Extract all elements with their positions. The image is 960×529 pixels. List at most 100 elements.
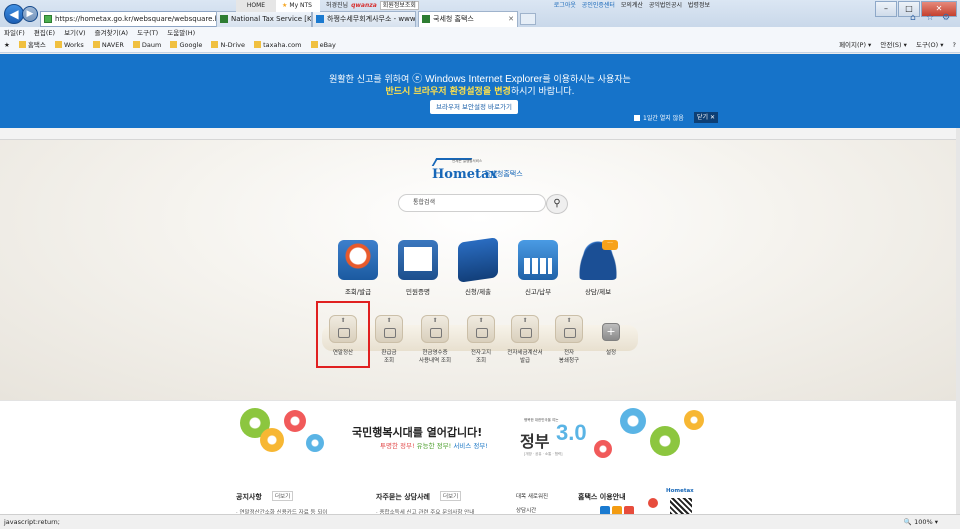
fav-item[interactable]: NAVER: [92, 41, 124, 49]
notice-more-button[interactable]: 더보기: [272, 491, 294, 501]
tab-favicon-icon: [422, 15, 430, 23]
nav-home[interactable]: HOME: [236, 0, 276, 12]
fav-label: Daum: [141, 41, 162, 49]
menu-edit[interactable]: 편집(E): [34, 29, 55, 37]
menu-tools[interactable]: 도구(T): [137, 29, 158, 37]
back-button[interactable]: ◀: [4, 4, 24, 24]
hometax-logo[interactable]: 언제든 실생활서비스 Hometax 국세청홈택스: [431, 158, 528, 187]
fav-item[interactable]: taxaha.com: [254, 41, 302, 49]
checkbox-icon: [634, 115, 640, 121]
nav-right-links: 로그아웃 공인인증센터 모의계산 공익법인공시 법령정보: [550, 0, 710, 12]
invoice-icon: [511, 315, 539, 343]
fav-label: taxaha.com: [263, 41, 302, 49]
zoom-control[interactable]: 🔍 100% ▾: [904, 515, 938, 529]
tab-secure-site[interactable]: National Tax Service [KR]: [216, 11, 312, 27]
site-nav: [0, 128, 960, 140]
member-info-button[interactable]: 회원정보조회: [379, 1, 419, 10]
forward-button[interactable]: ▶: [22, 6, 38, 22]
faq-more-button[interactable]: 더보기: [440, 491, 462, 501]
menu-inquiry-issue[interactable]: 조회/발급: [336, 240, 380, 296]
tab-close-icon[interactable]: ✕: [508, 12, 514, 26]
new-tab-button[interactable]: [520, 13, 536, 25]
tab-hometax[interactable]: 국세청 홈택스 ✕: [418, 11, 518, 27]
fav-icon: [132, 41, 140, 48]
cert-center-link[interactable]: 공인인증센터: [582, 2, 615, 9]
law-info-link[interactable]: 법령정보: [688, 2, 710, 9]
menu-civil-certificate[interactable]: 민원증명: [396, 240, 440, 296]
notice-highlight: 반드시 브라우저 환경설정을 변경: [385, 87, 511, 97]
calculator-icon: [518, 240, 558, 280]
cmd-tools[interactable]: 도구(O) ▾: [916, 41, 943, 49]
menu-label: 상담/제보: [584, 288, 612, 296]
lock-icon: [220, 15, 228, 23]
menu-label: 조회/발급: [344, 288, 372, 296]
fav-item[interactable]: Works: [54, 41, 84, 49]
search-button[interactable]: ⚲: [546, 194, 568, 214]
settings-gear-icon[interactable]: ⚙: [942, 13, 950, 23]
quick-e-invoice[interactable]: 전자세금계산서 발급: [500, 315, 550, 364]
fav-icon: [254, 41, 262, 48]
notice-section-title: 공지사항: [236, 493, 262, 501]
logout-link[interactable]: 로그아웃: [554, 2, 576, 9]
favorites-bar: ★ 홈택스 Works NAVER Daum Google N-Drive ta…: [0, 39, 960, 53]
menu-view[interactable]: 보기(V): [64, 29, 85, 37]
menu-file[interactable]: 파일(F): [4, 29, 25, 37]
menu-report-pay[interactable]: 신고/납부: [516, 240, 560, 296]
fav-label: NAVER: [101, 41, 124, 49]
favorites-star-icon[interactable]: ☆: [926, 13, 934, 23]
gov-values: [개방 · 공유 · 소통 · 협력]: [524, 452, 563, 456]
user-greeting: 허경진님: [326, 2, 349, 9]
site-favicon-icon: [44, 15, 52, 23]
help-icon[interactable]: ?: [953, 41, 956, 49]
menu-apply-submit[interactable]: 신청/제출: [456, 237, 500, 296]
menu-label: 신청/제출: [464, 288, 492, 296]
refund-icon: [375, 315, 403, 343]
search-input[interactable]: 통합검색: [398, 194, 546, 212]
quick-refund-inquiry[interactable]: 환급금 조회: [364, 315, 414, 364]
maximize-button[interactable]: □: [898, 1, 920, 17]
favorites-star-icon[interactable]: ★: [4, 41, 10, 49]
cmd-page[interactable]: 페이지(P) ▾: [839, 41, 871, 49]
gear-icon: [650, 426, 680, 456]
ie-notice-banner: 원활한 신고를 위하여 ⓔ Windows Internet Explorer를…: [0, 54, 960, 128]
new-items-label: 대목 새로워진: [516, 494, 549, 500]
user-name: qwanza: [351, 2, 377, 9]
browser-settings-button[interactable]: 브라우저 보안설정 바로가기: [430, 100, 518, 114]
command-bar: 페이지(P) ▾ 안전(S) ▾ 도구(O) ▾ ?: [832, 39, 956, 53]
quick-settings[interactable]: 설정: [586, 315, 636, 356]
banner-sub-3: 서비스 정부!: [453, 442, 488, 450]
qr-code-icon: [670, 498, 692, 514]
menu-label: 민원증명: [406, 288, 430, 296]
cmd-safety[interactable]: 안전(S) ▾: [880, 41, 907, 49]
notice-close-button[interactable]: 닫기 ✕: [694, 112, 718, 123]
banner-sub-1: 투명한 정부!: [380, 442, 415, 450]
logo-subtitle: 국세청홈택스: [484, 170, 523, 178]
fav-item[interactable]: Daum: [132, 41, 162, 49]
tab-accounting-office[interactable]: 하쩡수세무회계사무소 - www...: [312, 11, 416, 27]
fav-icon: [310, 41, 318, 48]
menu-favorites[interactable]: 즐겨찾기(A): [95, 29, 128, 37]
fav-item[interactable]: N-Drive: [211, 41, 245, 49]
menu-label: 신고/납부: [524, 288, 552, 296]
quick-cash-receipt[interactable]: 현금영수증 사용내역 조회: [410, 315, 460, 364]
simulation-link[interactable]: 모의계산: [621, 2, 643, 9]
menu-help[interactable]: 도움말(H): [167, 29, 195, 37]
notice-text: 하시기 바랍니다.: [510, 87, 575, 97]
fav-item[interactable]: eBay: [310, 41, 336, 49]
document-icon: [398, 240, 438, 280]
zoom-value: 100%: [914, 518, 933, 526]
home-icon[interactable]: ⌂: [910, 13, 916, 23]
minimize-button[interactable]: –: [875, 1, 897, 17]
public-corp-link[interactable]: 공익법인공시: [649, 2, 682, 9]
menu-consult-report[interactable]: 상담/제보: [576, 240, 620, 296]
search-icon: ⚲: [553, 198, 561, 209]
consult-time-label: 상담시간: [516, 508, 537, 514]
quick-e-notice[interactable]: 전자고지 조회: [456, 315, 506, 364]
fav-item[interactable]: 홈택스: [18, 41, 46, 49]
page-scrollbar[interactable]: [956, 128, 960, 514]
heart-icon: [648, 498, 658, 508]
dont-show-checkbox[interactable]: 1일간 열지 않음: [634, 113, 684, 122]
nav-my-nts[interactable]: ★ My NTS: [276, 0, 320, 12]
fav-item[interactable]: Google: [170, 41, 202, 49]
banner-sub-2: 유능한 정부!: [416, 442, 452, 450]
